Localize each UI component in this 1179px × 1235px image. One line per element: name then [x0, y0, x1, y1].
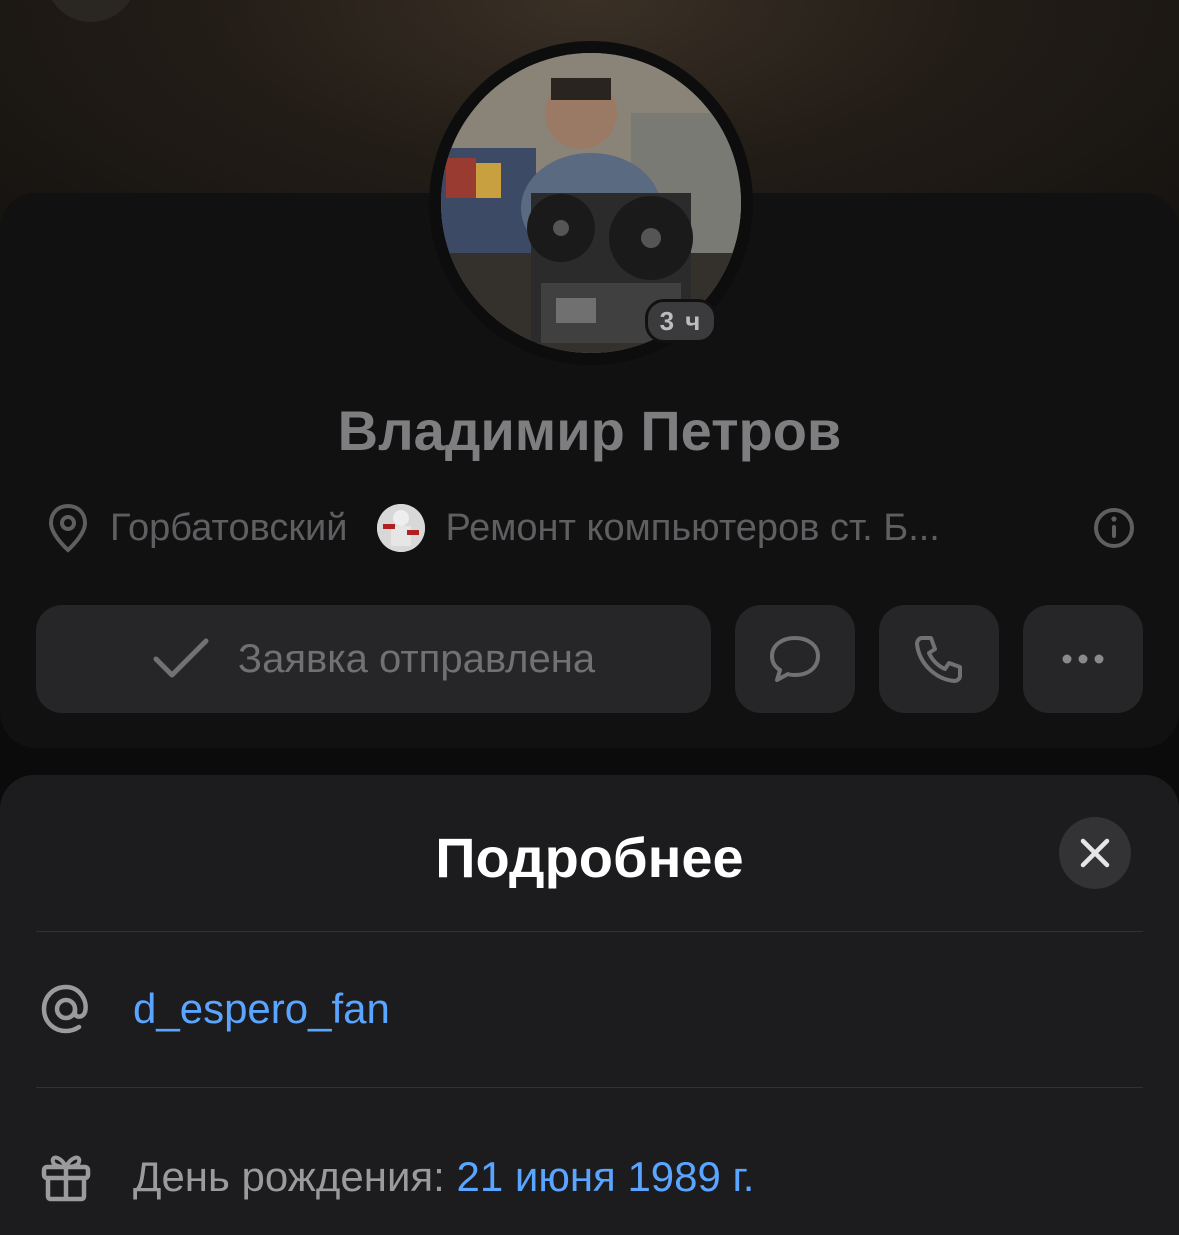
- birthday-row: День рождения: 21 июня 1989 г.: [36, 1137, 1143, 1217]
- divider: [36, 1087, 1143, 1088]
- more-button[interactable]: [1023, 605, 1143, 713]
- profile-meta-row: Горбатовский Ремонт компьютеров ст. Б...: [46, 500, 1136, 556]
- username-row[interactable]: d_espero_fan: [36, 969, 1143, 1049]
- profile-name: Владимир Петров: [337, 399, 842, 462]
- checkmark-icon: [153, 638, 209, 678]
- more-dots-icon: [1062, 654, 1104, 664]
- friend-request-sent-button[interactable]: Заявка отправлена: [36, 605, 711, 713]
- message-button[interactable]: [735, 605, 855, 713]
- username-link[interactable]: d_espero_fan: [133, 985, 390, 1033]
- at-sign-icon: [41, 984, 88, 1034]
- close-icon: [1080, 838, 1110, 868]
- story-age-badge: 3 ч: [645, 299, 717, 343]
- group-avatar[interactable]: [377, 504, 426, 552]
- message-bubble-icon: [770, 636, 820, 682]
- sheet-title: Подробнее: [435, 826, 744, 889]
- group-link[interactable]: Ремонт компьютеров ст. Б...: [445, 507, 939, 550]
- info-icon[interactable]: [1092, 506, 1136, 550]
- divider: [36, 931, 1143, 932]
- close-button[interactable]: [1059, 817, 1131, 889]
- request-button-label: Заявка отправлена: [237, 636, 596, 681]
- location-text[interactable]: Горбатовский: [110, 507, 347, 550]
- location-pin-icon: [48, 503, 88, 553]
- birthday-value[interactable]: 21 июня 1989 г.: [457, 1153, 755, 1201]
- phone-icon: [915, 636, 962, 683]
- details-sheet: Подробнее d_espero_fan День рождения: 21…: [0, 775, 1179, 1235]
- birthday-label: День рождения:: [133, 1153, 457, 1200]
- call-button[interactable]: [879, 605, 999, 713]
- gift-icon: [41, 1155, 91, 1202]
